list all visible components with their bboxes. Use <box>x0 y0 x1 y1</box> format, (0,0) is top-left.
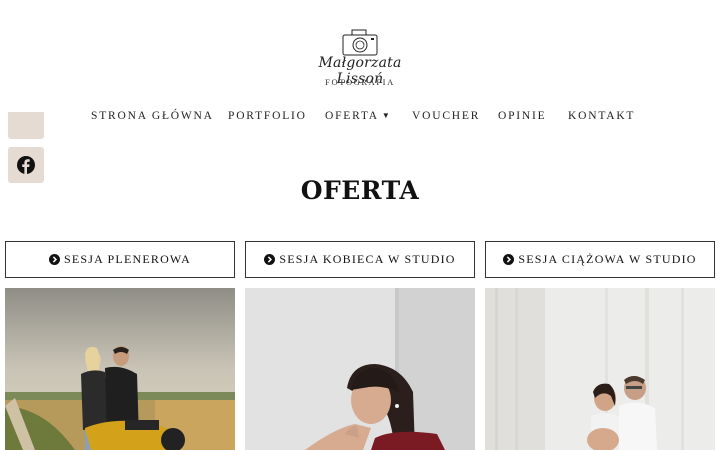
brand-logo[interactable]: Małgorzata Lissoń FOTOGRAFIA <box>298 28 422 90</box>
sesja-plenerowa-button[interactable]: SESJA PLENEROWA <box>5 241 235 278</box>
nav-label: STRONA GŁÓWNA <box>91 110 214 122</box>
nav-label: OPINIE <box>498 110 547 122</box>
nav-label: KONTAKT <box>568 110 636 122</box>
nav-item-voucher[interactable]: VOUCHER <box>412 110 480 122</box>
nav-item-portfolio[interactable]: PORTFOLIO <box>228 110 307 122</box>
maternity-couple-photo[interactable] <box>485 288 715 450</box>
circle-chevron-right-icon <box>503 254 515 265</box>
couple-with-motorcycle-photo[interactable] <box>5 288 235 450</box>
camera-icon <box>342 29 378 56</box>
facebook-icon <box>17 156 35 174</box>
sesja-kobieca-button[interactable]: SESJA KOBIECA W STUDIO <box>245 241 475 278</box>
category-label: SESJA PLENEROWA <box>63 252 191 266</box>
circle-chevron-right-icon <box>48 254 60 265</box>
category-label: SESJA CIĄŻOWA W STUDIO <box>518 252 697 266</box>
chevron-down-icon: ▼ <box>381 111 392 120</box>
page-title: OFERTA <box>300 176 420 205</box>
nav-label: PORTFOLIO <box>228 110 307 122</box>
main-nav: STRONA GŁÓWNA PORTFOLIO OFERTA ▼ VOUCHER … <box>0 110 720 128</box>
woman-studio-portrait-photo[interactable] <box>245 288 475 450</box>
category-label: SESJA KOBIECA W STUDIO <box>279 252 456 266</box>
nav-label: OFERTA <box>325 110 379 122</box>
nav-item-home[interactable]: STRONA GŁÓWNA <box>91 110 214 122</box>
social-button-top[interactable] <box>8 112 44 139</box>
nav-item-oferta[interactable]: OFERTA ▼ <box>325 110 392 122</box>
nav-label: VOUCHER <box>412 110 481 122</box>
sesja-ciazowa-button[interactable]: SESJA CIĄŻOWA W STUDIO <box>485 241 715 278</box>
nav-item-kontakt[interactable]: KONTAKT <box>568 110 635 122</box>
brand-subtitle: FOTOGRAFIA <box>325 77 395 87</box>
nav-item-opinie[interactable]: OPINIE <box>498 110 547 122</box>
circle-chevron-right-icon <box>264 254 276 265</box>
